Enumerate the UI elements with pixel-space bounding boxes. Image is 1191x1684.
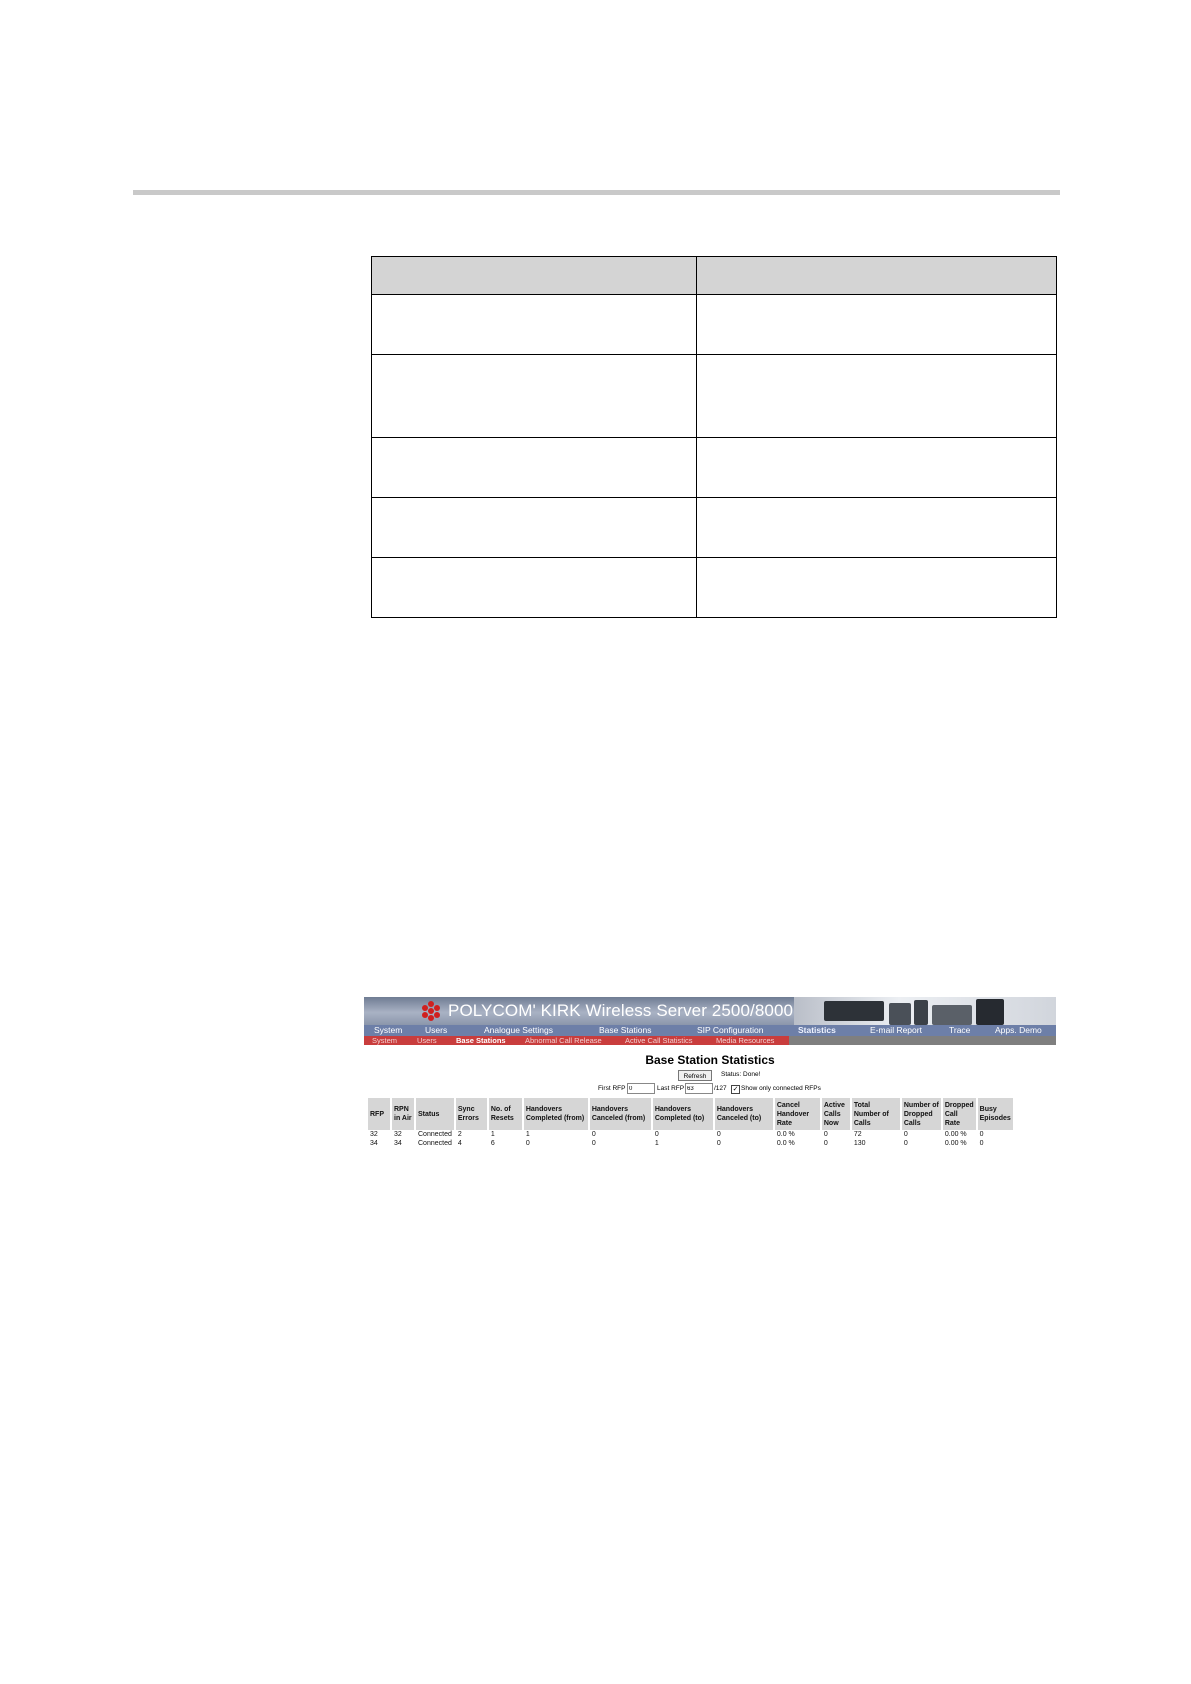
cell-rfp: 34 [370,1140,378,1147]
column-header: Handovers Completed (to) [652,1098,713,1130]
cell-busy-episodes: 0 [979,1131,984,1138]
column-header: RFP [368,1098,390,1130]
table-row [371,557,1057,618]
cell-ho-completed-to: 1 [654,1140,659,1147]
cell-ho-canceled-to: 0 [716,1140,721,1147]
column-header: Active Calls Now [821,1098,850,1130]
nav-analogue-settings[interactable]: Analogue Settings [484,1025,553,1036]
header-rule [133,190,1060,195]
cell-dropped-calls: 0 [903,1131,908,1138]
cell-active-calls: 0 [823,1140,828,1147]
subnav-abnormal-call-release[interactable]: Abnormal Call Release [525,1036,602,1045]
cell-sync-errors: 4 [457,1140,462,1147]
cell-resets: 1 [490,1131,495,1138]
subnav-system[interactable]: System [372,1036,397,1045]
base-station-statistics-screenshot: POLYCOM' KIRK Wireless Server 2500/8000 … [364,997,1056,1150]
cell-rpn: 32 [394,1131,402,1138]
refresh-button[interactable]: Refresh [678,1070,712,1081]
first-rfp-input[interactable] [627,1083,655,1094]
nav-base-stations[interactable]: Base Stations [599,1025,651,1036]
page-title: Base Station Statistics [645,1053,775,1067]
subnav-media-resources[interactable]: Media Resources [716,1036,774,1045]
nav-statistics[interactable]: Statistics [798,1025,836,1036]
document-table [371,256,1057,618]
cell-active-calls: 0 [823,1131,828,1138]
cell-total-calls: 130 [853,1140,866,1147]
column-header: Cancel Handover Rate [774,1098,820,1130]
table-row: 34 34 Connected 4 6 0 0 1 0 0.0 % 0 130 … [368,1139,1013,1148]
nav-trace[interactable]: Trace [949,1025,970,1036]
column-header: Dropped Call Rate [942,1098,976,1130]
last-rfp-label: Last RFP [657,1085,685,1092]
cell-ho-completed-from: 1 [525,1131,530,1138]
nav-apps-demo[interactable]: Apps. Demo [995,1025,1042,1036]
cell-dropped-calls: 0 [903,1140,908,1147]
header-cell [696,256,1057,295]
cell-cancel-ho-rate: 0.0 % [776,1140,795,1147]
banner: POLYCOM' KIRK Wireless Server 2500/8000 [364,997,1056,1025]
column-header: RPN in Air [392,1098,414,1130]
last-rfp-input[interactable] [685,1083,713,1094]
cell-ho-canceled-from: 0 [591,1140,596,1147]
cell-status: Connected [418,1131,452,1138]
sub-nav-filler [789,1036,1056,1045]
cell-total-calls: 72 [853,1131,862,1138]
cell-ho-completed-from: 0 [525,1140,530,1147]
cell-ho-canceled-from: 0 [591,1131,596,1138]
column-header: Handovers Canceled (from) [589,1098,651,1130]
nav-system[interactable]: System [374,1025,402,1036]
table-header-row [371,256,1057,295]
cell-rfp: 32 [370,1131,378,1138]
hardware-image [794,997,1056,1025]
table-row [371,354,1057,438]
column-header: No. of Resets [488,1098,522,1130]
status-text: Status: Done! [721,1071,761,1078]
column-header: Number of Dropped Calls [901,1098,941,1130]
nav-sip-configuration[interactable]: SIP Configuration [697,1025,763,1036]
table-row: 32 32 Connected 2 1 1 0 0 0 0.0 % 0 72 0… [368,1130,1013,1139]
column-header: Busy Episodes [977,1098,1013,1130]
cell-rpn: 34 [394,1140,402,1147]
table-row [371,497,1057,558]
cell-dropped-rate: 0.00 % [944,1140,967,1147]
cell-ho-canceled-to: 0 [716,1131,721,1138]
cell-busy-episodes: 0 [979,1140,984,1147]
column-header: Handovers Canceled (to) [714,1098,773,1130]
show-connected-label: Show only connected RFPs [741,1085,821,1092]
nav-email-report[interactable]: E-mail Report [870,1025,922,1036]
rfp-total: /127 [714,1085,727,1092]
subnav-base-stations[interactable]: Base Stations [456,1036,506,1045]
subnav-active-call-statistics[interactable]: Active Call Statistics [625,1036,693,1045]
cell-ho-completed-to: 0 [654,1131,659,1138]
column-header: Sync Errors [455,1098,487,1130]
banner-title: POLYCOM' KIRK Wireless Server 2500/8000 [448,1001,794,1020]
first-rfp-label: First RFP [598,1085,626,1092]
show-connected-checkbox[interactable]: ✓ [731,1085,740,1094]
cell-status: Connected [418,1140,452,1147]
stats-table: RFP RPN in Air Status Sync Errors No. of… [366,1098,1015,1148]
column-header: Total Number of Calls [851,1098,900,1130]
table-header-row: RFP RPN in Air Status Sync Errors No. of… [368,1098,1013,1130]
nav-users[interactable]: Users [425,1025,447,1036]
header-cell [371,256,697,295]
column-header: Handovers Completed (from) [523,1098,588,1130]
cell-resets: 6 [490,1140,495,1147]
sub-nav: System Users Base Stations Abnormal Call… [364,1036,789,1045]
cell-sync-errors: 2 [457,1131,462,1138]
cell-dropped-rate: 0.00 % [944,1131,967,1138]
table-row [371,437,1057,498]
polycom-logo-icon [422,1001,440,1021]
subnav-users[interactable]: Users [417,1036,437,1045]
column-header: Status [416,1098,454,1130]
cell-cancel-ho-rate: 0.0 % [776,1131,795,1138]
table-row [371,294,1057,355]
main-nav: System Users Analogue Settings Base Stat… [364,1025,1056,1036]
